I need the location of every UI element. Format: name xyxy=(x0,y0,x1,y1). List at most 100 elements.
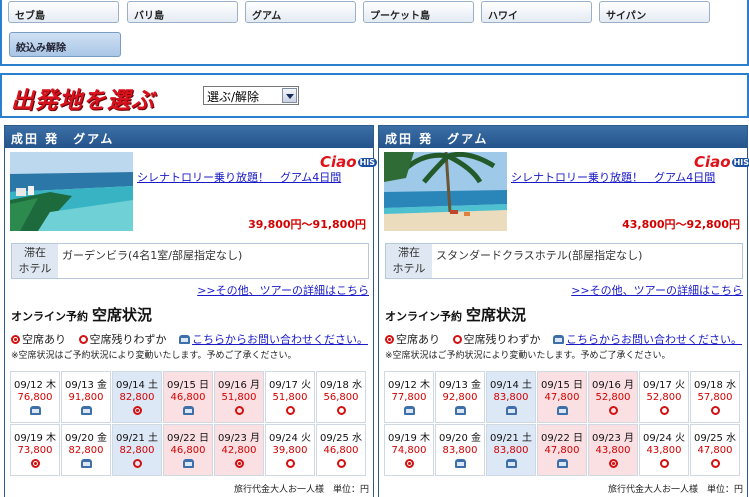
tour-details-link[interactable]: >>その他、ツアーの詳細はこちら xyxy=(571,282,743,298)
calendar-day-cell[interactable]: 09/14 土 82,800 xyxy=(112,371,162,423)
calendar-day-cell[interactable]: 09/23 月 42,800 xyxy=(214,424,264,476)
calendar-day-cell[interactable]: 09/22 日 47,800 xyxy=(537,424,587,476)
tour-title-link[interactable]: シレナトロリー乗り放題！ グアム4日間 xyxy=(511,169,715,185)
availability-note: ※空席状況はご予約状況により変動いたします。予めご了承ください。 xyxy=(385,351,671,361)
filter-reset-button[interactable]: 絞込み解除 xyxy=(9,32,121,57)
destination-button-hawaii[interactable]: ハワイ xyxy=(481,1,592,23)
calendar-day-cell[interactable]: 09/25 水 46,800 xyxy=(316,424,366,476)
day-price: 82,800 xyxy=(119,392,155,403)
few-seats-icon xyxy=(78,335,88,344)
few-seats-icon xyxy=(659,459,669,468)
day-status xyxy=(691,457,739,469)
tour-title-link[interactable]: シレナトロリー乗り放題！ グアム4日間 xyxy=(137,169,341,185)
calendar-day-cell[interactable]: 09/21 土 82,800 xyxy=(112,424,162,476)
day-status xyxy=(589,457,637,469)
calendar-day-cell[interactable]: 09/18 水 57,800 xyxy=(690,371,740,423)
phone-icon[interactable] xyxy=(556,459,568,468)
availability-note: ※空席状況はご予約状況により変動いたします。予めご了承ください。 xyxy=(11,351,297,361)
day-price: 73,800 xyxy=(17,445,53,456)
calendar-day-cell[interactable]: 09/17 火 52,800 xyxy=(639,371,689,423)
chevron-down-icon[interactable] xyxy=(282,88,297,103)
calendar-day-cell[interactable]: 09/20 金 83,800 xyxy=(435,424,485,476)
phone-icon[interactable] xyxy=(182,459,194,468)
day-price: 82,800 xyxy=(68,445,104,456)
calendar-day-cell[interactable]: 09/15 日 46,800 xyxy=(163,371,213,423)
available-icon xyxy=(30,459,40,468)
calendar-day-cell[interactable]: 09/16 月 51,800 xyxy=(214,371,264,423)
calendar-day-cell[interactable]: 09/19 木 74,800 xyxy=(384,424,434,476)
day-status xyxy=(385,457,433,469)
available-icon xyxy=(608,459,618,468)
origin-select[interactable]: 選ぶ/解除 xyxy=(203,86,299,105)
calendar-day-cell[interactable]: 09/17 火 51,800 xyxy=(265,371,315,423)
available-icon xyxy=(132,406,142,415)
contact-link[interactable]: こちらからお問い合わせください。 xyxy=(192,333,368,346)
phone-icon[interactable] xyxy=(80,459,92,468)
calendar-day-cell[interactable]: 09/15 日 47,800 xyxy=(537,371,587,423)
tour-photo[interactable] xyxy=(10,152,133,231)
day-status xyxy=(113,457,161,469)
calendar-day-cell[interactable]: 09/12 木 76,800 xyxy=(10,371,60,423)
calendar-day-cell[interactable]: 09/20 金 82,800 xyxy=(61,424,111,476)
day-price: 51,800 xyxy=(272,392,308,403)
day-price: 39,800 xyxy=(272,445,308,456)
phone-icon xyxy=(553,335,564,344)
few-seats-icon xyxy=(608,406,618,415)
few-seats-icon xyxy=(336,406,346,415)
phone-icon[interactable] xyxy=(182,406,194,415)
day-date: 09/20 金 xyxy=(439,433,481,444)
origin-title: 出発地を選ぶ xyxy=(11,88,155,114)
available-icon xyxy=(234,459,244,468)
destination-button-saipan[interactable]: サイパン xyxy=(599,1,710,23)
day-date: 09/15 日 xyxy=(541,380,583,391)
calendar-day-cell[interactable]: 09/22 日 46,800 xyxy=(163,424,213,476)
destination-button-cebu[interactable]: セブ島 xyxy=(8,1,119,23)
day-date: 09/17 火 xyxy=(643,380,685,391)
available-icon xyxy=(404,459,414,468)
day-price: 43,800 xyxy=(595,445,631,456)
contact-link[interactable]: こちらからお問い合わせください。 xyxy=(566,333,742,346)
hotel-name: スタンダードクラスホテル(部屋指定なし) xyxy=(436,249,643,262)
phone-icon[interactable] xyxy=(454,406,466,415)
calendar-day-cell[interactable]: 09/19 木 73,800 xyxy=(10,424,60,476)
phone-icon[interactable] xyxy=(80,406,92,415)
calendar-week-row: 09/12 木 77,800 09/13 金 92,800 09/14 土 83,800 0… xyxy=(384,371,742,423)
phone-icon[interactable] xyxy=(29,406,41,415)
destination-button-phuket[interactable]: プーケット島 xyxy=(363,1,474,23)
tour-photo[interactable] xyxy=(384,152,507,231)
day-price: 52,800 xyxy=(595,392,631,403)
day-status xyxy=(317,457,365,469)
calendar-day-cell[interactable]: 09/24 火 43,800 xyxy=(639,424,689,476)
calendar-day-cell[interactable]: 09/25 水 47,800 xyxy=(690,424,740,476)
day-status xyxy=(164,404,212,416)
day-price: 47,800 xyxy=(544,445,580,456)
day-price: 46,800 xyxy=(170,392,206,403)
availability-title: オンライン予約 空席状況 xyxy=(385,306,527,324)
day-date: 09/17 火 xyxy=(269,380,311,391)
calendar-day-cell[interactable]: 09/23 月 43,800 xyxy=(588,424,638,476)
day-date: 09/12 木 xyxy=(14,380,56,391)
day-status xyxy=(317,404,365,416)
phone-icon[interactable] xyxy=(454,459,466,468)
destination-button-bali[interactable]: バリ島 xyxy=(127,1,238,23)
tour-details-link[interactable]: >>その他、ツアーの詳細はこちら xyxy=(197,282,369,298)
calendar-day-cell[interactable]: 09/13 金 92,800 xyxy=(435,371,485,423)
phone-icon[interactable] xyxy=(505,406,517,415)
few-seats-icon xyxy=(710,406,720,415)
calendar-day-cell[interactable]: 09/13 金 91,800 xyxy=(61,371,111,423)
calendar-day-cell[interactable]: 09/21 土 83,800 xyxy=(486,424,536,476)
day-status xyxy=(113,404,161,416)
calendar-day-cell[interactable]: 09/12 木 77,800 xyxy=(384,371,434,423)
day-price: 91,800 xyxy=(68,392,104,403)
phone-icon[interactable] xyxy=(556,406,568,415)
calendar-day-cell[interactable]: 09/24 火 39,800 xyxy=(265,424,315,476)
day-date: 09/14 土 xyxy=(116,380,158,391)
phone-icon[interactable] xyxy=(403,406,415,415)
calendar-day-cell[interactable]: 09/18 水 56,800 xyxy=(316,371,366,423)
phone-icon xyxy=(179,335,190,344)
day-status xyxy=(436,457,484,469)
phone-icon[interactable] xyxy=(505,459,517,468)
calendar-day-cell[interactable]: 09/16 月 52,800 xyxy=(588,371,638,423)
calendar-day-cell[interactable]: 09/14 土 83,800 xyxy=(486,371,536,423)
destination-button-guam[interactable]: グアム xyxy=(245,1,356,23)
